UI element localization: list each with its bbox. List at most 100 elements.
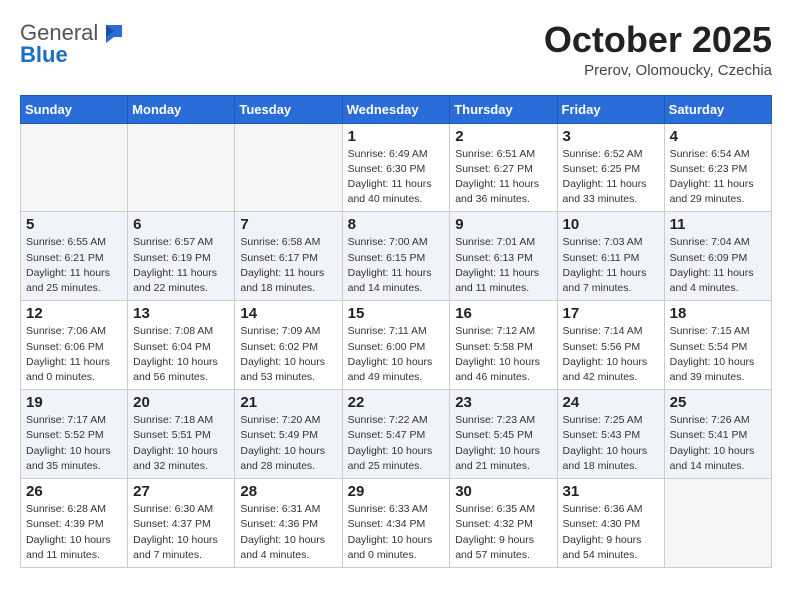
- day-info: Sunrise: 6:30 AMSunset: 4:37 PMDaylight:…: [133, 502, 229, 563]
- day-info: Sunrise: 7:18 AMSunset: 5:51 PMDaylight:…: [133, 413, 229, 474]
- weekday-header: Wednesday: [342, 95, 450, 123]
- calendar-cell: 12 Sunrise: 7:06 AMSunset: 6:06 PMDayligh…: [21, 301, 128, 390]
- calendar-cell: 17 Sunrise: 7:14 AMSunset: 5:56 PMDayligh…: [557, 301, 664, 390]
- day-number: 28: [240, 483, 336, 500]
- weekday-header: Saturday: [664, 95, 771, 123]
- day-number: 9: [455, 216, 551, 233]
- calendar-cell: 1Sunrise: 6:49 AMSunset: 6:30 PMDaylight…: [342, 123, 450, 212]
- calendar-table: SundayMondayTuesdayWednesdayThursdayFrid…: [20, 95, 772, 568]
- day-info: Sunrise: 7:09 AMSunset: 6:02 PMDaylight:…: [240, 324, 336, 385]
- day-number: 10: [563, 216, 659, 233]
- day-number: 3: [563, 128, 659, 145]
- day-info: Sunrise: 7:23 AMSunset: 5:45 PMDaylight:…: [455, 413, 551, 474]
- calendar-cell: 9 Sunrise: 7:01 AMSunset: 6:13 PMDaylight…: [450, 212, 557, 301]
- calendar-cell: 23 Sunrise: 7:23 AMSunset: 5:45 PMDayligh…: [450, 390, 557, 479]
- day-number: 14: [240, 305, 336, 322]
- weekday-header: Monday: [128, 95, 235, 123]
- calendar-week-row: 1Sunrise: 6:49 AMSunset: 6:30 PMDaylight…: [21, 123, 772, 212]
- page-header: General Blue October 2025 Prerov, Olomou…: [20, 20, 772, 79]
- day-number: 13: [133, 305, 229, 322]
- calendar-cell: 25 Sunrise: 7:26 AMSunset: 5:41 PMDayligh…: [664, 390, 771, 479]
- day-number: 2: [455, 128, 551, 145]
- calendar-cell: [21, 123, 128, 212]
- calendar-cell: 13 Sunrise: 7:08 AMSunset: 6:04 PMDayligh…: [128, 301, 235, 390]
- location: Prerov, Olomoucky, Czechia: [544, 62, 772, 79]
- day-info: Sunrise: 7:15 AMSunset: 5:54 PMDaylight:…: [670, 324, 766, 385]
- day-number: 23: [455, 394, 551, 411]
- day-info: Sunrise: 7:26 AMSunset: 5:41 PMDaylight:…: [670, 413, 766, 474]
- calendar-cell: 15 Sunrise: 7:11 AMSunset: 6:00 PMDayligh…: [342, 301, 450, 390]
- calendar-cell: 21 Sunrise: 7:20 AMSunset: 5:49 PMDayligh…: [235, 390, 342, 479]
- day-number: 22: [348, 394, 445, 411]
- calendar-cell: 30 Sunrise: 6:35 AMSunset: 4:32 PMDayligh…: [450, 479, 557, 568]
- calendar-week-row: 19Sunrise: 7:17 AMSunset: 5:52 PMDayligh…: [21, 390, 772, 479]
- title-block: October 2025 Prerov, Olomoucky, Czechia: [544, 20, 772, 79]
- day-number: 30: [455, 483, 551, 500]
- day-number: 7: [240, 216, 336, 233]
- day-number: 24: [563, 394, 659, 411]
- day-number: 17: [563, 305, 659, 322]
- day-info: Sunrise: 7:20 AMSunset: 5:49 PMDaylight:…: [240, 413, 336, 474]
- logo-blue: Blue: [20, 42, 68, 68]
- day-number: 29: [348, 483, 445, 500]
- day-info: Sunrise: 6:28 AMSunset: 4:39 PMDaylight:…: [26, 502, 122, 563]
- day-info: Sunrise: 7:06 AMSunset: 6:06 PMDaylight:…: [26, 324, 122, 385]
- calendar-cell: [128, 123, 235, 212]
- day-number: 19: [26, 394, 122, 411]
- calendar-cell: 7 Sunrise: 6:58 AMSunset: 6:17 PMDaylight…: [235, 212, 342, 301]
- day-info: Sunrise: 6:33 AMSunset: 4:34 PMDaylight:…: [348, 502, 445, 563]
- day-number: 27: [133, 483, 229, 500]
- calendar-cell: 24 Sunrise: 7:25 AMSunset: 5:43 PMDayligh…: [557, 390, 664, 479]
- weekday-header: Friday: [557, 95, 664, 123]
- calendar-cell: 16 Sunrise: 7:12 AMSunset: 5:58 PMDayligh…: [450, 301, 557, 390]
- calendar-cell: 5 Sunrise: 6:55 AMSunset: 6:21 PMDaylight…: [21, 212, 128, 301]
- weekday-header: Sunday: [21, 95, 128, 123]
- month-title: October 2025: [544, 20, 772, 60]
- day-info: Sunrise: 6:35 AMSunset: 4:32 PMDaylight:…: [455, 502, 551, 563]
- day-number: 21: [240, 394, 336, 411]
- day-info: Sunrise: 6:54 AMSunset: 6:23 PMDaylight:…: [670, 147, 766, 208]
- day-info: Sunrise: 6:58 AMSunset: 6:17 PMDaylight:…: [240, 235, 336, 296]
- day-info: Sunrise: 7:11 AMSunset: 6:00 PMDaylight:…: [348, 324, 445, 385]
- calendar-cell: 8Sunrise: 7:00 AMSunset: 6:15 PMDaylight…: [342, 212, 450, 301]
- logo-icon: [98, 23, 124, 43]
- day-number: 6: [133, 216, 229, 233]
- logo: General Blue: [20, 20, 124, 68]
- calendar-cell: 28 Sunrise: 6:31 AMSunset: 4:36 PMDayligh…: [235, 479, 342, 568]
- calendar-cell: 27 Sunrise: 6:30 AMSunset: 4:37 PMDayligh…: [128, 479, 235, 568]
- day-number: 26: [26, 483, 122, 500]
- calendar-week-row: 5 Sunrise: 6:55 AMSunset: 6:21 PMDaylight…: [21, 212, 772, 301]
- calendar-cell: 20 Sunrise: 7:18 AMSunset: 5:51 PMDayligh…: [128, 390, 235, 479]
- day-info: Sunrise: 6:36 AMSunset: 4:30 PMDaylight:…: [563, 502, 659, 563]
- day-info: Sunrise: 6:51 AMSunset: 6:27 PMDaylight:…: [455, 147, 551, 208]
- calendar-cell: 29 Sunrise: 6:33 AMSunset: 4:34 PMDayligh…: [342, 479, 450, 568]
- day-info: Sunrise: 7:01 AMSunset: 6:13 PMDaylight:…: [455, 235, 551, 296]
- calendar-cell: 4 Sunrise: 6:54 AMSunset: 6:23 PMDaylight…: [664, 123, 771, 212]
- calendar-cell: [235, 123, 342, 212]
- day-number: 20: [133, 394, 229, 411]
- day-number: 12: [26, 305, 122, 322]
- day-info: Sunrise: 7:14 AMSunset: 5:56 PMDaylight:…: [563, 324, 659, 385]
- calendar-cell: 14 Sunrise: 7:09 AMSunset: 6:02 PMDayligh…: [235, 301, 342, 390]
- day-info: Sunrise: 7:04 AMSunset: 6:09 PMDaylight:…: [670, 235, 766, 296]
- day-info: Sunrise: 6:31 AMSunset: 4:36 PMDaylight:…: [240, 502, 336, 563]
- weekday-header: Tuesday: [235, 95, 342, 123]
- day-number: 4: [670, 128, 766, 145]
- day-number: 25: [670, 394, 766, 411]
- calendar-cell: 6Sunrise: 6:57 AMSunset: 6:19 PMDaylight…: [128, 212, 235, 301]
- weekday-header: Thursday: [450, 95, 557, 123]
- day-info: Sunrise: 6:55 AMSunset: 6:21 PMDaylight:…: [26, 235, 122, 296]
- day-info: Sunrise: 7:25 AMSunset: 5:43 PMDaylight:…: [563, 413, 659, 474]
- day-number: 31: [563, 483, 659, 500]
- calendar-header-row: SundayMondayTuesdayWednesdayThursdayFrid…: [21, 95, 772, 123]
- day-info: Sunrise: 7:12 AMSunset: 5:58 PMDaylight:…: [455, 324, 551, 385]
- day-info: Sunrise: 7:08 AMSunset: 6:04 PMDaylight:…: [133, 324, 229, 385]
- day-number: 15: [348, 305, 445, 322]
- calendar-week-row: 12 Sunrise: 7:06 AMSunset: 6:06 PMDayligh…: [21, 301, 772, 390]
- day-number: 5: [26, 216, 122, 233]
- calendar-cell: 2 Sunrise: 6:51 AMSunset: 6:27 PMDaylight…: [450, 123, 557, 212]
- day-info: Sunrise: 6:52 AMSunset: 6:25 PMDaylight:…: [563, 147, 659, 208]
- calendar-cell: 10Sunrise: 7:03 AMSunset: 6:11 PMDayligh…: [557, 212, 664, 301]
- day-number: 16: [455, 305, 551, 322]
- calendar-cell: [664, 479, 771, 568]
